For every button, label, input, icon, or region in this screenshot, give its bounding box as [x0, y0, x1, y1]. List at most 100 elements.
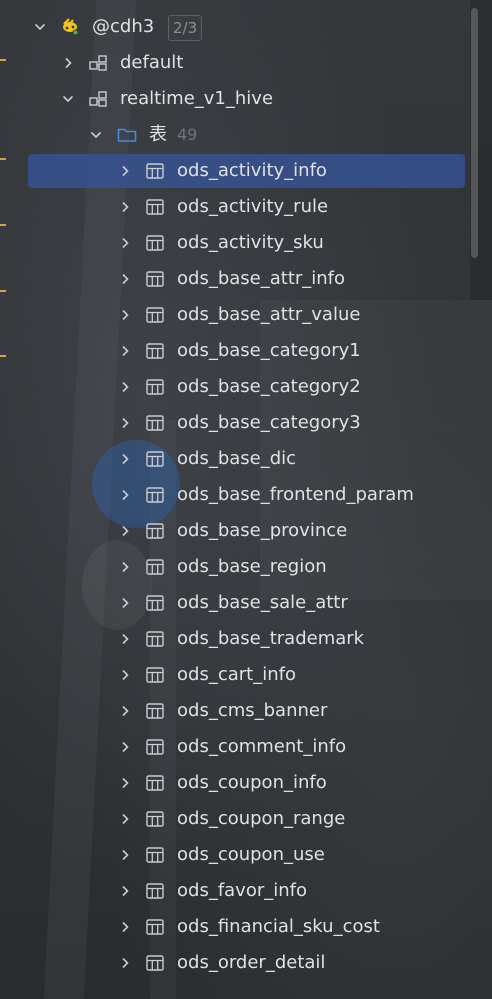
table-label: ods_base_province — [177, 520, 348, 541]
tree-node-table[interactable]: ods_base_region — [0, 550, 470, 584]
table-icon — [145, 269, 165, 289]
table-label: ods_activity_sku — [177, 232, 324, 253]
tree-node-table[interactable]: ods_activity_sku — [0, 226, 470, 260]
chevron-right-icon[interactable] — [118, 740, 132, 754]
table-icon — [145, 305, 165, 325]
table-icon — [145, 773, 165, 793]
chevron-down-icon[interactable] — [33, 20, 47, 34]
tree-node-table[interactable]: ods_order_detail — [0, 946, 470, 980]
table-label: ods_base_frontend_param — [177, 484, 414, 505]
schema-count-badge: 2/3 — [168, 15, 203, 41]
tree-node-schema-default[interactable]: default — [0, 46, 470, 80]
tree-node-table[interactable]: ods_base_category2 — [0, 370, 470, 404]
tree-node-table[interactable]: ods_coupon_use — [0, 838, 470, 872]
chevron-down-icon[interactable] — [89, 128, 103, 142]
table-icon — [145, 197, 165, 217]
table-label: ods_coupon_info — [177, 772, 327, 793]
table-label: ods_coupon_use — [177, 844, 325, 865]
tree-node-table[interactable]: ods_activity_info — [0, 154, 470, 188]
chevron-right-icon[interactable] — [118, 200, 132, 214]
chevron-right-icon[interactable] — [118, 776, 132, 790]
chevron-right-icon[interactable] — [118, 956, 132, 970]
table-label: ods_activity_info — [177, 160, 327, 181]
schema-label: realtime_v1_hive — [120, 88, 274, 109]
table-icon — [145, 701, 165, 721]
table-label: ods_cms_banner — [177, 700, 328, 721]
table-label: ods_order_detail — [177, 952, 326, 973]
table-count: 49 — [177, 125, 198, 144]
chevron-down-icon[interactable] — [61, 92, 75, 106]
table-icon — [145, 737, 165, 757]
table-label: ods_base_category1 — [177, 340, 361, 361]
schema-label: default — [120, 52, 184, 73]
table-label: ods_base_trademark — [177, 628, 365, 649]
connection-label: @cdh3 — [92, 16, 155, 37]
chevron-right-icon[interactable] — [61, 56, 75, 70]
table-icon — [145, 341, 165, 361]
hive-bee-icon — [60, 16, 80, 36]
table-icon — [145, 377, 165, 397]
chevron-right-icon[interactable] — [118, 236, 132, 250]
chevron-right-icon[interactable] — [118, 272, 132, 286]
tree-node-table[interactable]: ods_cart_info — [0, 658, 470, 692]
table-icon — [145, 233, 165, 253]
tree-node-table[interactable]: ods_activity_rule — [0, 190, 470, 224]
tree-node-table[interactable]: ods_favor_info — [0, 874, 470, 908]
chevron-right-icon[interactable] — [118, 812, 132, 826]
tree-node-tables-folder[interactable]: 表 49 — [0, 118, 470, 152]
folder-label: 表 — [149, 124, 167, 145]
table-icon — [145, 413, 165, 433]
chevron-right-icon[interactable] — [118, 920, 132, 934]
tree-node-table[interactable]: ods_base_category3 — [0, 406, 470, 440]
tree-node-table[interactable]: ods_coupon_info — [0, 766, 470, 800]
tree-node-schema-realtime[interactable]: realtime_v1_hive — [0, 82, 470, 116]
tree-node-table[interactable]: ods_base_trademark — [0, 622, 470, 656]
table-label: ods_base_region — [177, 556, 327, 577]
table-label: ods_activity_rule — [177, 196, 329, 217]
chevron-right-icon[interactable] — [118, 416, 132, 430]
vertical-scrollbar[interactable] — [471, 8, 478, 258]
tree-node-table[interactable]: ods_cms_banner — [0, 694, 470, 728]
table-icon — [145, 881, 165, 901]
tree-node-table[interactable]: ods_comment_info — [0, 730, 470, 764]
tree-node-connection[interactable]: @cdh3 2/3 — [0, 10, 470, 44]
table-label: ods_base_attr_value — [177, 304, 361, 325]
table-icon — [145, 953, 165, 973]
table-label: ods_cart_info — [177, 664, 296, 685]
chevron-right-icon[interactable] — [118, 308, 132, 322]
chevron-right-icon[interactable] — [118, 884, 132, 898]
schema-icon — [88, 53, 108, 73]
table-icon — [145, 917, 165, 937]
table-label: ods_coupon_range — [177, 808, 346, 829]
table-icon — [145, 593, 165, 613]
chevron-right-icon[interactable] — [118, 452, 132, 466]
chevron-right-icon[interactable] — [118, 668, 132, 682]
tree-node-table[interactable]: ods_base_category1 — [0, 334, 470, 368]
table-icon — [145, 161, 165, 181]
tree-node-table[interactable]: ods_base_province — [0, 514, 470, 548]
table-label: ods_financial_sku_cost — [177, 916, 380, 937]
chevron-right-icon[interactable] — [118, 632, 132, 646]
chevron-right-icon[interactable] — [118, 704, 132, 718]
tree-node-table[interactable]: ods_base_frontend_param — [0, 478, 470, 512]
tree-node-table[interactable]: ods_coupon_range — [0, 802, 470, 836]
tree-node-table[interactable]: ods_base_attr_value — [0, 298, 470, 332]
chevron-right-icon[interactable] — [118, 164, 132, 178]
table-icon — [145, 809, 165, 829]
chevron-right-icon[interactable] — [118, 524, 132, 538]
chevron-right-icon[interactable] — [118, 344, 132, 358]
chevron-right-icon[interactable] — [118, 596, 132, 610]
table-label: ods_base_category3 — [177, 412, 361, 433]
tree-node-table[interactable]: ods_base_dic — [0, 442, 470, 476]
chevron-right-icon[interactable] — [118, 848, 132, 862]
chevron-right-icon[interactable] — [118, 380, 132, 394]
table-icon — [145, 629, 165, 649]
tree-node-table[interactable]: ods_base_attr_info — [0, 262, 470, 296]
tree-node-table[interactable]: ods_financial_sku_cost — [0, 910, 470, 944]
chevron-right-icon[interactable] — [118, 560, 132, 574]
tree-node-table[interactable]: ods_base_sale_attr — [0, 586, 470, 620]
chevron-right-icon[interactable] — [118, 488, 132, 502]
table-label: ods_favor_info — [177, 880, 308, 901]
table-icon — [145, 521, 165, 541]
table-icon — [145, 665, 165, 685]
